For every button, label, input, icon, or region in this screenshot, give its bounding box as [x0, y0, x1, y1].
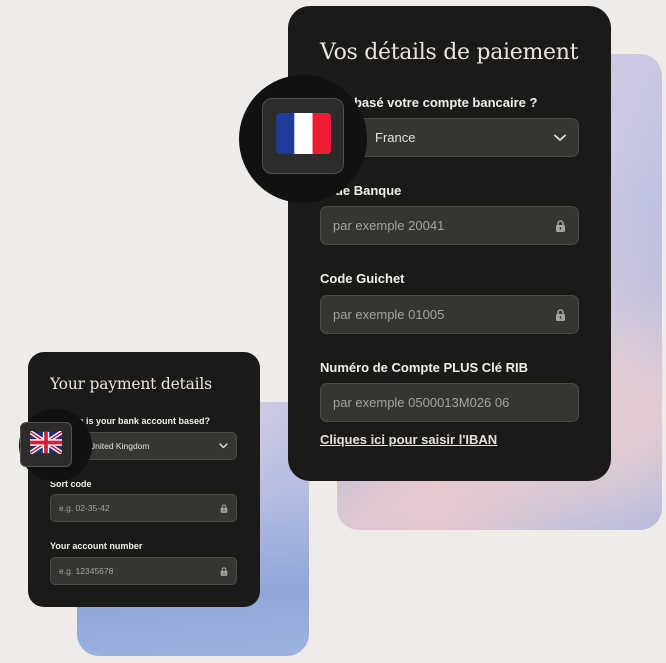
lock-icon: [220, 503, 228, 513]
chevron-down-icon: [219, 443, 228, 449]
field-label-account-number: Your account number: [50, 541, 143, 551]
uk-flag-icon: [28, 429, 64, 459]
field-label-code-guichet: Code Guichet: [320, 271, 405, 286]
lock-icon: [220, 566, 228, 576]
code-banque-input[interactable]: par exemple 20041: [320, 206, 579, 245]
lock-icon: [555, 219, 566, 232]
sort-code-input[interactable]: e.g. 02-35-42: [50, 494, 237, 522]
france-flag-icon: [275, 113, 331, 159]
country-flag-button-uk[interactable]: [20, 422, 72, 467]
sort-code-placeholder: e.g. 02-35-42: [59, 503, 110, 513]
account-number-placeholder: e.g. 12345678: [59, 566, 114, 576]
country-select-value: United Kingdom: [89, 441, 150, 451]
field-label-numero-compte: Numéro de Compte PLUS Clé RIB: [320, 360, 529, 375]
country-label: ere is your bank account based?: [70, 416, 211, 426]
lock-icon: [555, 308, 566, 321]
country-select-value: France: [375, 130, 416, 145]
country-label: t basé votre compte bancaire ?: [346, 95, 538, 110]
numero-compte-input[interactable]: par exemple 0500013M026 06: [320, 383, 579, 422]
card-title: Vos détails de paiement: [320, 40, 579, 65]
iban-link[interactable]: Cliques ici pour saisir l'IBAN: [320, 432, 497, 447]
code-guichet-input[interactable]: par exemple 01005: [320, 295, 579, 334]
chevron-down-icon: [554, 134, 566, 142]
country-flag-button-fr[interactable]: [262, 98, 344, 174]
code-guichet-placeholder: par exemple 01005: [333, 307, 445, 322]
card-title: Your payment details: [50, 375, 212, 393]
account-number-input[interactable]: e.g. 12345678: [50, 557, 237, 585]
code-banque-placeholder: par exemple 20041: [333, 218, 445, 233]
payment-card-french: Vos détails de paiement t basé votre com…: [288, 6, 611, 481]
numero-compte-placeholder: par exemple 0500013M026 06: [333, 395, 510, 410]
